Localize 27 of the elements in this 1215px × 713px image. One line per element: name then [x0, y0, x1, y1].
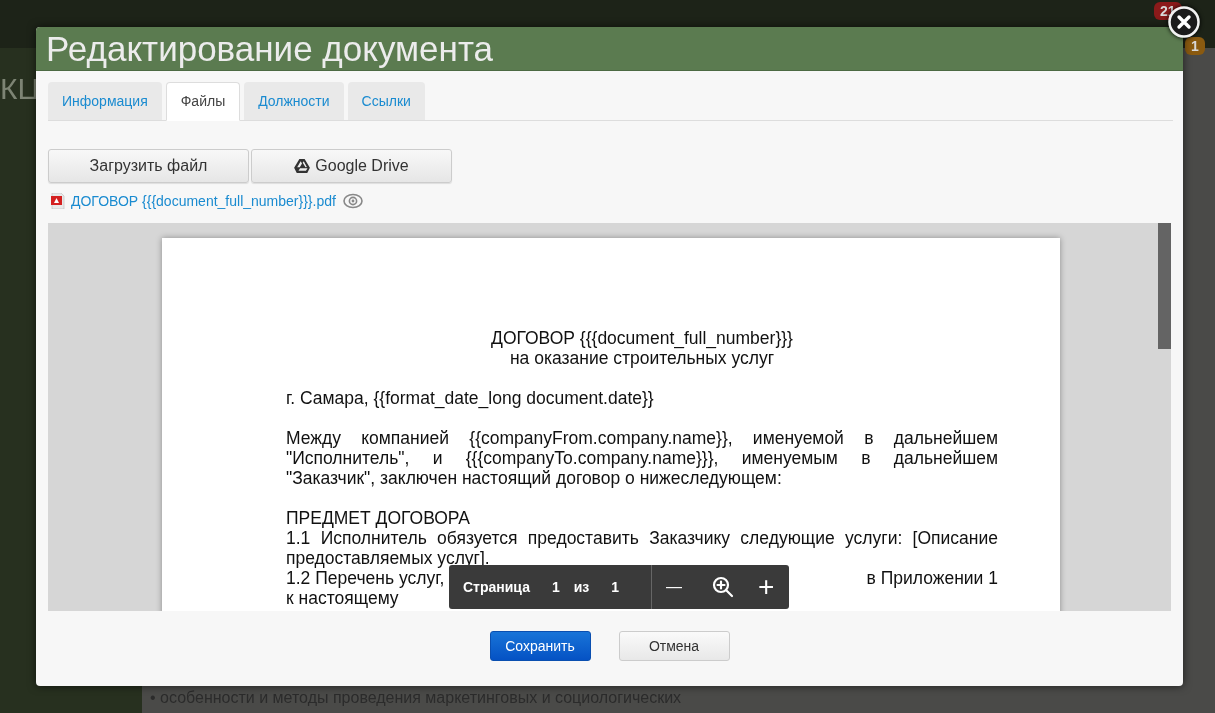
google-drive-button[interactable]: Google Drive	[251, 149, 452, 183]
tab[interactable]: Файлы	[165, 82, 241, 121]
document-title: на оказание строительных услуг	[508, 348, 775, 368]
cancel-button[interactable]: Отмена	[618, 630, 730, 661]
page-label: Страница	[463, 579, 530, 595]
triangle-logo-icon	[294, 159, 311, 173]
zoom-out-button[interactable]: —	[666, 578, 683, 596]
save-button[interactable]: Сохранить	[489, 630, 591, 661]
document-title: ДОГОВОР {{{document_full_number}}}	[490, 328, 794, 348]
paragraph: г. Самара, {{format_date_long document.date}}	[286, 388, 655, 408]
page-label: из	[573, 579, 590, 595]
upload-button[interactable]: Загрузить файл	[48, 149, 249, 183]
paragraph: Между компанией {{companyFrom.company.name}}, именуемой в дальнейшем "Исполнитель", и {{{companyTo.company.name}}}, именуемым в дальнейшем "Заказчик", заключен настоящий договор о нижеследующем:	[286, 428, 998, 488]
page-count: 1	[611, 579, 620, 595]
paragraph-fragment: к настоящему	[286, 588, 399, 608]
section-heading: ПРЕДМЕТ ДОГОВОРА	[286, 508, 472, 528]
zoom-icon[interactable]	[712, 576, 735, 598]
dialog-title: Редактирование документа	[46, 28, 493, 69]
zoom-in-button[interactable]: +	[758, 571, 775, 603]
notification-badge: 1	[1185, 37, 1205, 55]
paragraph-fragment: в Приложении 1	[866, 568, 998, 588]
paragraph-fragment: 1.2 Перечень услуг,	[286, 568, 445, 588]
eye-icon[interactable]	[342, 193, 363, 209]
page-number: 1	[551, 579, 560, 595]
file-link[interactable]: ДОГОВОР {{{document_full_number}}}.pdf	[71, 193, 336, 209]
pdf-file-icon	[51, 193, 65, 209]
scrollbar-thumb[interactable]	[1158, 223, 1171, 349]
